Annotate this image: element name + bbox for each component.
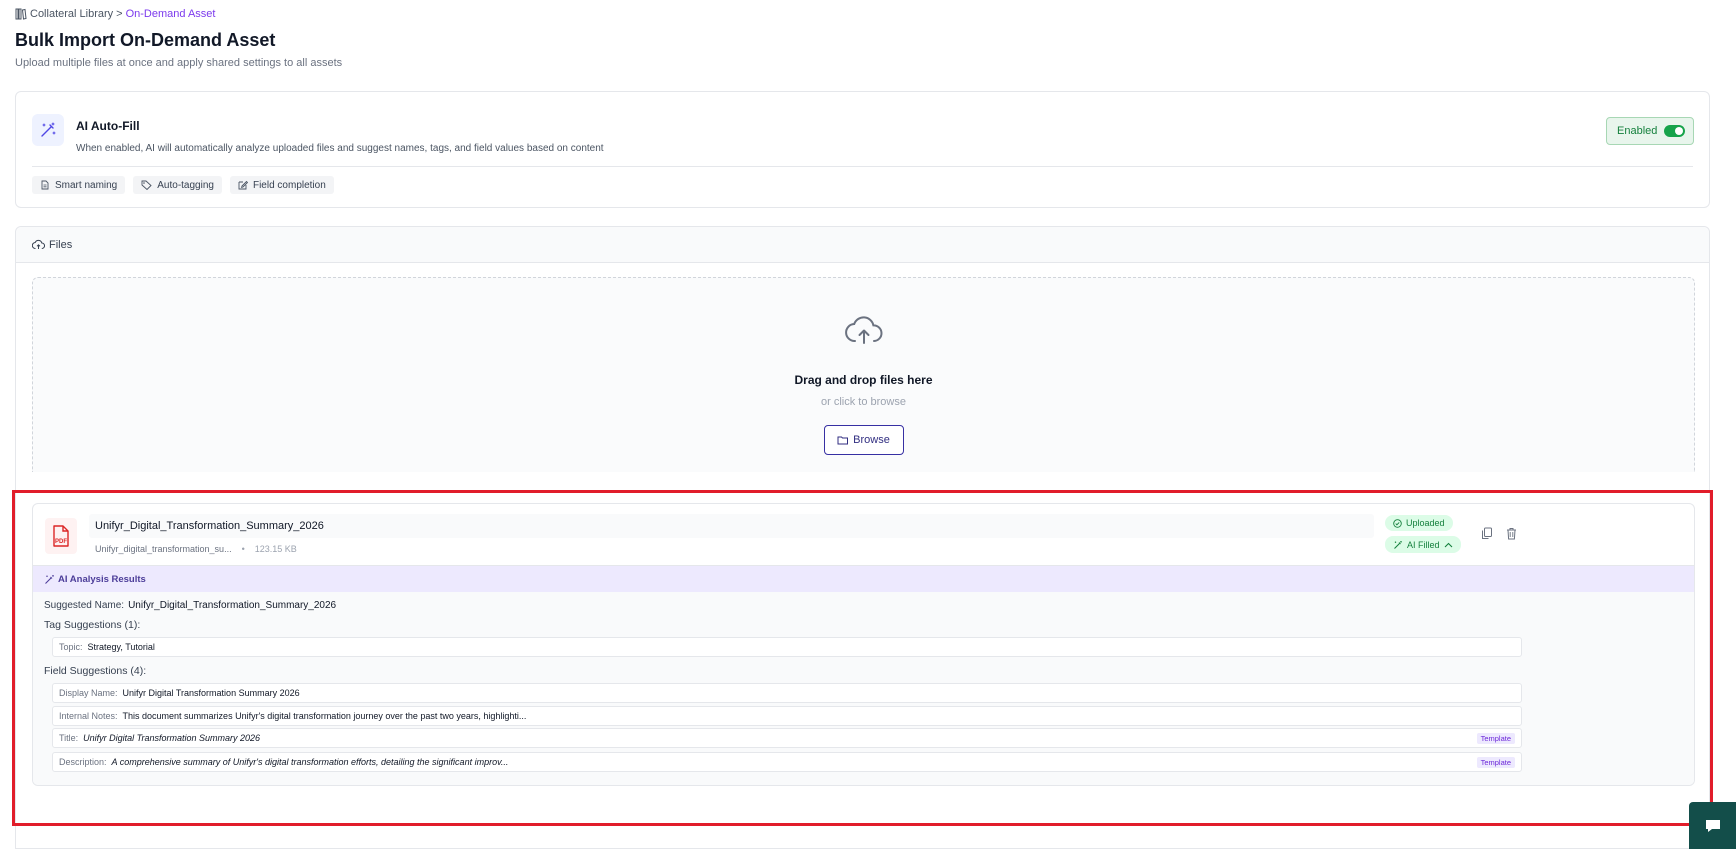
folder-icon: [837, 436, 849, 445]
chip-label: Auto-tagging: [157, 179, 214, 191]
files-card: Files Drag and drop files here or click …: [15, 226, 1710, 849]
divider: [32, 166, 1693, 167]
field-suggestion-row: Description: A comprehensive summary of …: [52, 752, 1522, 772]
chat-icon: [1705, 819, 1720, 832]
toggle-switch[interactable]: [1664, 125, 1685, 137]
file-item: PDF Unifyr_digital_transformation_su... …: [32, 503, 1695, 786]
ai-autofill-toggle[interactable]: Enabled: [1606, 117, 1694, 145]
breadcrumb-current: On-Demand Asset: [125, 8, 216, 20]
ai-analysis-header: AI Analysis Results: [33, 565, 1694, 592]
ai-autofill-title: AI Auto-Fill: [76, 119, 140, 133]
library-icon: [15, 8, 27, 20]
magic-wand-icon: [32, 114, 64, 146]
tag-suggestions-label: Tag Suggestions (1):: [44, 619, 141, 631]
magic-wand-icon: [45, 574, 54, 584]
status-label: Uploaded: [1406, 518, 1445, 528]
edit-icon: [238, 180, 248, 190]
status-badge-uploaded: Uploaded: [1385, 515, 1453, 531]
ai-analysis-body: Suggested Name: Unifyr_Digital_Transforma…: [33, 592, 1694, 785]
check-circle-icon: [1393, 518, 1402, 528]
suggested-name: Suggested Name: Unifyr_Digital_Transforma…: [44, 600, 336, 611]
ai-analysis-title: AI Analysis Results: [58, 573, 146, 585]
dropzone-title: Drag and drop files here: [794, 373, 933, 387]
feature-chips: Smart naming Auto-tagging Field completi…: [32, 176, 334, 194]
cloud-upload-icon: [32, 239, 45, 249]
trash-icon[interactable]: [1504, 526, 1518, 540]
breadcrumb-parent[interactable]: Collateral Library: [30, 8, 113, 20]
tag-value: Strategy, Tutorial: [87, 642, 155, 652]
field-key: Display Name:: [59, 688, 118, 698]
chip-smart-naming: Smart naming: [32, 176, 126, 194]
files-header: Files: [16, 227, 1709, 263]
suggested-name-label: Suggested Name:: [44, 600, 125, 611]
files-header-label: Files: [49, 238, 73, 251]
field-value: This document summarizes Unifyr's digita…: [122, 711, 527, 721]
field-suggestion-row: Internal Notes: This document summarizes…: [52, 706, 1522, 726]
template-badge: Template: [1476, 757, 1515, 768]
chip-field-completion: Field completion: [229, 176, 334, 194]
breadcrumb: Collateral Library > On-Demand Asset: [15, 8, 215, 20]
field-key: Description:: [59, 757, 107, 767]
tag-suggestion-row: Topic: Strategy, Tutorial: [52, 637, 1522, 657]
field-suggestions-label: Field Suggestions (4):: [44, 665, 147, 677]
tag-key: Topic:: [59, 642, 83, 652]
field-suggestion-row: Title: Unifyr Digital Transformation Sum…: [52, 728, 1522, 748]
file-size: 123.15 KB: [254, 544, 297, 554]
field-suggestion-row: Display Name: Unifyr Digital Transformat…: [52, 683, 1522, 703]
breadcrumb-separator: >: [116, 8, 123, 20]
dropzone-subtitle: or click to browse: [821, 396, 906, 408]
chip-label: Field completion: [252, 179, 326, 191]
browse-button[interactable]: Browse: [823, 425, 904, 455]
page-subtitle: Upload multiple files at once and apply …: [15, 57, 343, 69]
chip-label: Smart naming: [55, 179, 118, 191]
ai-autofill-description: When enabled, AI will automatically anal…: [76, 143, 604, 154]
pdf-type-label: PDF: [55, 539, 67, 545]
tag-icon: [141, 180, 152, 190]
copy-icon[interactable]: [1480, 526, 1494, 540]
file-name-input[interactable]: [89, 514, 1374, 538]
bulk-import-page: Collateral Library > On-Demand Asset Bul…: [0, 0, 1736, 849]
file-dropzone[interactable]: Drag and drop files here or click to bro…: [32, 277, 1695, 472]
field-value: Unifyr Digital Transformation Summary 20…: [83, 733, 261, 743]
file-meta: Unifyr_digital_transformation_su... • 12…: [95, 544, 297, 554]
chip-auto-tagging: Auto-tagging: [133, 176, 222, 194]
pdf-file-icon: PDF: [45, 518, 77, 554]
ai-autofill-card: AI Auto-Fill When enabled, AI will autom…: [15, 91, 1710, 208]
field-key: Title:: [59, 733, 79, 743]
suggested-name-value: Unifyr_Digital_Transformation_Summary_20…: [128, 600, 337, 611]
chevron-up-icon: [1444, 542, 1452, 547]
meta-separator: •: [241, 544, 245, 554]
original-filename: Unifyr_digital_transformation_su...: [95, 544, 232, 554]
template-badge: Template: [1476, 733, 1515, 744]
cloud-upload-icon: [844, 316, 882, 344]
chat-button[interactable]: [1689, 802, 1736, 849]
field-value: A comprehensive summary of Unifyr's digi…: [111, 757, 509, 767]
browse-label: Browse: [853, 434, 890, 446]
ai-filled-toggle[interactable]: AI Filled: [1385, 536, 1461, 553]
document-icon: [41, 180, 49, 190]
magic-wand-icon: [1394, 540, 1402, 549]
ai-filled-label: AI Filled: [1407, 539, 1440, 550]
field-key: Internal Notes:: [59, 711, 118, 721]
toggle-label: Enabled: [1617, 125, 1658, 137]
field-value: Unifyr Digital Transformation Summary 20…: [122, 688, 300, 698]
page-title: Bulk Import On-Demand Asset: [15, 30, 276, 50]
